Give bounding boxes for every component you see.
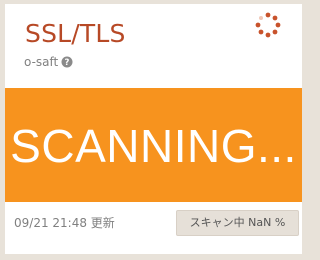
scan-progress-badge: スキャン中 NaN % [176, 210, 299, 236]
subtitle-text: o-saft [24, 55, 59, 69]
ssl-tls-widget-card[interactable]: SSL/TLS o-saft ? SCANNING... 09/21 21:48… [5, 4, 302, 254]
loading-spinner-icon [255, 12, 281, 38]
svg-text:?: ? [65, 58, 70, 68]
last-updated-text: 09/21 21:48 更新 [14, 216, 115, 230]
question-circle-icon[interactable]: ? [61, 56, 73, 68]
scan-status-banner: SCANNING... [5, 88, 302, 202]
scanning-text: SCANNING... [10, 120, 297, 172]
card-subtitle: o-saft ? [24, 55, 73, 69]
card-title: SSL/TLS [25, 19, 126, 48]
